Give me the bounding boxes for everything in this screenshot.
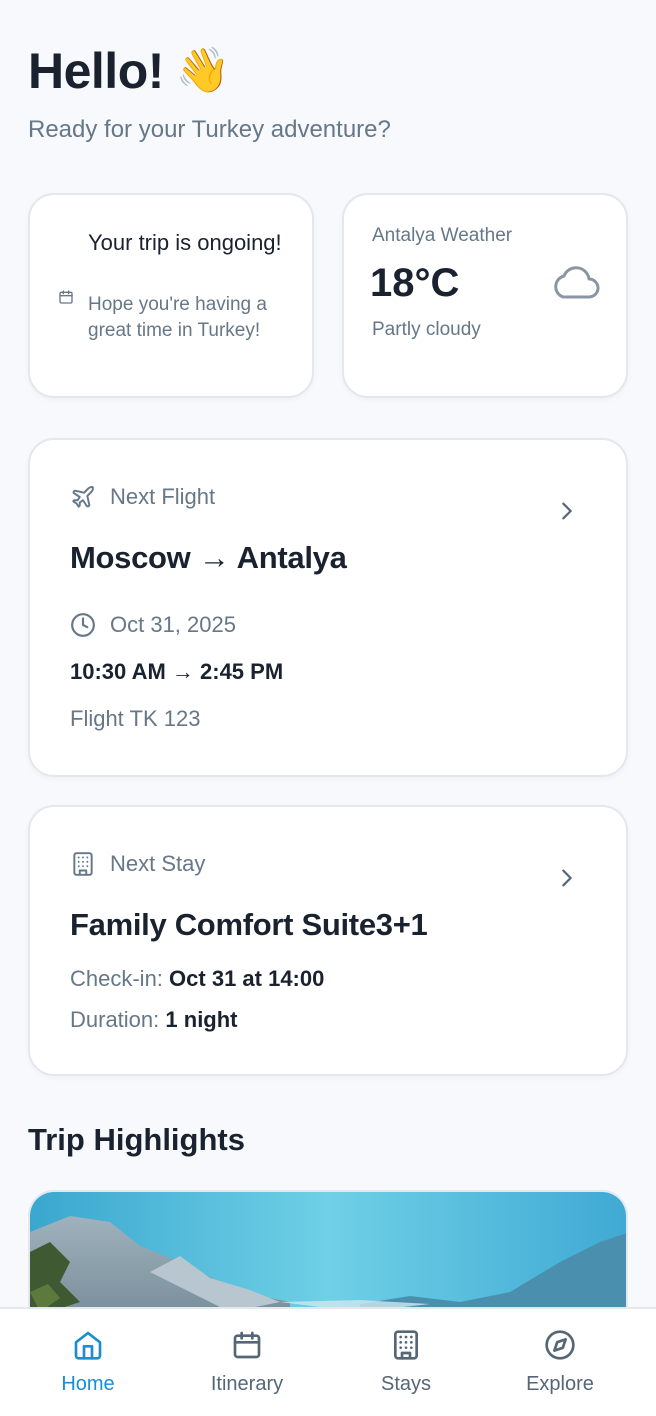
tab-itinerary[interactable]: Itinerary [177,1309,317,1416]
next-stay-label: Next Stay [110,851,206,876]
tab-explore[interactable]: Explore [490,1309,630,1416]
tab-stays-label: Stays [380,1373,432,1395]
stay-checkin-row: Check-in: Oct 31 at 14:00 [70,966,324,992]
checkin-label: Check-in: [70,966,163,991]
chevron-right-icon[interactable] [556,867,578,889]
cloud-icon [554,266,600,299]
calendar-icon [59,290,73,304]
next-flight-card[interactable]: Next Flight Moscow → Antalya Oct 31, 202… [28,438,628,777]
tab-stays[interactable]: Stays [336,1309,476,1416]
home-icon [74,1331,102,1360]
weather-card: Antalya Weather 18°C Partly cloudy [342,193,628,398]
tab-itinerary-label: Itinerary [210,1373,284,1395]
flight-time: 10:30 AM → 2:45 PM [70,659,284,684]
trip-status-message: Hope you're having a great time in Turke… [88,294,267,341]
flight-date: Oct 31, 2025 [110,612,236,637]
plane-icon [72,486,94,508]
bottom-tab-bar: Home Itinerary Stays Explore [0,1307,656,1416]
building-icon [394,1330,418,1360]
greeting-subtitle: Ready for your Turkey adventure? [28,116,391,143]
weather-location-label: Antalya Weather [372,225,513,246]
next-flight-label: Next Flight [110,484,216,509]
trip-status-card: Your trip is ongoing! Hope you're having… [28,193,314,398]
flight-date-row: Oct 31, 2025 [70,612,236,638]
clock-icon [71,613,95,637]
waving-hand-emoji: 👋 [175,46,231,95]
building-icon [73,852,93,876]
greeting: Hello! 👋 Ready for your Turkey adventure… [28,40,391,144]
home-screen: Hello! 👋 Ready for your Turkey adventure… [0,0,656,1416]
trip-highlights-title: Trip Highlights [28,1122,245,1157]
tab-home-label: Home [61,1373,115,1395]
weather-temperature: 18°C [370,261,460,305]
next-flight-header: Next Flight [70,484,215,510]
next-stay-card[interactable]: Next Stay Family Comfort Suite3+1 Check-… [28,805,628,1076]
duration-label: Duration: [70,1007,160,1032]
greeting-text: Hello! [28,43,164,99]
chevron-right-icon[interactable] [556,500,578,522]
tab-explore-label: Explore [526,1373,594,1395]
flight-number: Flight TK 123 [70,706,201,731]
checkin-value: Oct 31 at 14:00 [169,966,325,991]
compass-icon [545,1330,575,1360]
flight-route: Moscow → Antalya [70,540,347,575]
calendar-icon [233,1331,261,1359]
tab-home[interactable]: Home [18,1309,158,1416]
next-stay-header: Next Stay [70,851,205,877]
greeting-title: Hello! 👋 [28,40,391,102]
trip-status-title: Your trip is ongoing! [88,230,282,255]
stay-name: Family Comfort Suite3+1 [70,907,428,942]
duration-value: 1 night [165,1007,238,1032]
stay-duration-row: Duration: 1 night [70,1007,238,1033]
weather-condition: Partly cloudy [372,319,481,340]
